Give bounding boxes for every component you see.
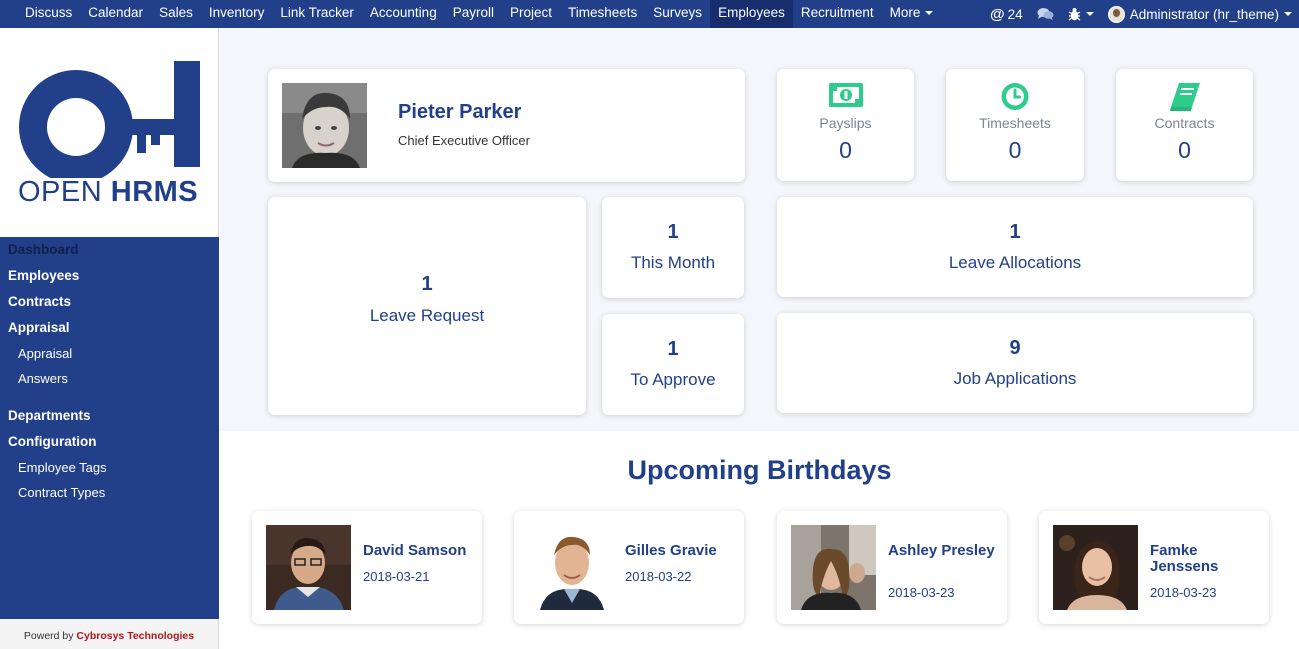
upcoming-birthdays-section: Upcoming Birthdays David Samson 2018-03-… [220, 431, 1299, 649]
mentions-button[interactable]: @ 24 [990, 6, 1023, 23]
menu-inventory[interactable]: Inventory [201, 0, 273, 28]
birthday-date: 2018-03-23 [888, 585, 955, 600]
birthday-card[interactable]: Ashley Presley 2018-03-23 [777, 511, 1007, 624]
menu-discuss[interactable]: Discuss [17, 0, 80, 28]
this-month-count: 1 [667, 221, 679, 243]
messages-button[interactable] [1037, 7, 1054, 21]
employee-name: Pieter Parker [398, 101, 522, 123]
birthday-date: 2018-03-23 [1150, 585, 1217, 600]
contracts-card[interactable]: Contracts 0 [1116, 69, 1253, 181]
menu-accounting[interactable]: Accounting [362, 0, 445, 28]
leave-request-label: Leave Request [369, 306, 485, 325]
menu-employees[interactable]: Employees [710, 0, 793, 28]
contracts-label: Contracts [1154, 115, 1215, 131]
menu-calendar[interactable]: Calendar [80, 0, 151, 28]
money-icon [828, 83, 863, 107]
menu-project[interactable]: Project [502, 0, 560, 28]
birthday-photo [266, 525, 351, 610]
sidebar-subitem-appraisal[interactable]: Appraisal [0, 341, 219, 366]
menu-more-label: More [889, 5, 921, 20]
leave-allocations-label: Leave Allocations [948, 253, 1082, 272]
user-name: Administrator (hr_theme) [1129, 6, 1279, 22]
powered-by-brand[interactable]: Cybrosys Technologies [76, 630, 194, 642]
sidebar-item-configuration[interactable]: Configuration [0, 429, 219, 455]
leave-allocations-count: 1 [1009, 221, 1021, 243]
leave-allocations-card[interactable]: 1 Leave Allocations [777, 197, 1253, 297]
birthday-photo [528, 525, 613, 610]
dashboard-top: Pieter Parker Chief Executive Officer Pa… [220, 28, 1299, 431]
timesheets-count: 0 [1008, 137, 1022, 163]
birthday-photo [791, 525, 876, 610]
powered-by-prefix: Powerd by [23, 630, 77, 642]
birthday-card[interactable]: David Samson 2018-03-21 [252, 511, 482, 624]
birthdays-title: Upcoming Birthdays [627, 455, 892, 485]
open-hrms-logo-mark [19, 61, 200, 178]
birthday-name: Gilles Gravie [625, 542, 717, 559]
sidebar-item-dashboard[interactable]: Dashboard [0, 237, 219, 263]
mentions-count: 24 [1007, 6, 1023, 22]
sidebar: OPEN HRMS Dashboard Employees Contracts … [0, 28, 219, 649]
debug-menu[interactable] [1068, 7, 1094, 21]
menu-more[interactable]: More [882, 0, 942, 28]
menu-link-tracker[interactable]: Link Tracker [272, 0, 362, 28]
timesheets-card[interactable]: Timesheets 0 [946, 69, 1084, 181]
payslips-card[interactable]: Payslips 0 [777, 69, 914, 181]
powered-by: Powerd by Cybrosys Technologies [0, 619, 219, 649]
employee-photo [282, 83, 367, 168]
this-month-label: This Month [630, 253, 716, 272]
sidebar-subitem-contract-types[interactable]: Contract Types [0, 480, 219, 505]
sidebar-nav: Dashboard Employees Contracts Appraisal … [0, 237, 219, 505]
chevron-down-icon [925, 11, 934, 16]
sidebar-item-employees[interactable]: Employees [0, 263, 219, 289]
leave-request-count: 1 [421, 273, 433, 295]
birthday-name: Ashley Presley [888, 542, 995, 559]
logo-area: OPEN HRMS [0, 28, 219, 237]
menu-sales[interactable]: Sales [151, 0, 201, 28]
chat-bubbles-icon [1037, 8, 1054, 20]
sidebar-item-contracts[interactable]: Contracts [0, 289, 219, 315]
user-menu[interactable]: Administrator (hr_theme) [1107, 5, 1292, 23]
to-approve-card[interactable]: 1 To Approve [602, 314, 744, 415]
bug-icon [1068, 8, 1081, 21]
open-hrms-wordmark: OPEN HRMS [18, 176, 199, 208]
sidebar-item-departments[interactable]: Departments [0, 403, 219, 429]
chevron-down-icon [1284, 12, 1292, 16]
chevron-down-icon [1085, 12, 1094, 16]
menu-recruitment[interactable]: Recruitment [793, 0, 882, 28]
to-approve-count: 1 [667, 338, 679, 360]
contracts-count: 0 [1178, 137, 1191, 163]
at-icon: @ [990, 5, 1005, 23]
user-avatar [1107, 5, 1125, 23]
payslips-label: Payslips [819, 115, 872, 131]
menu-timesheets[interactable]: Timesheets [560, 0, 645, 28]
this-month-card[interactable]: 1 This Month [602, 197, 744, 298]
timesheets-label: Timesheets [979, 115, 1051, 131]
book-icon [1169, 83, 1200, 111]
top-navbar: Discuss Calendar Sales Inventory Link Tr… [0, 0, 1299, 28]
to-approve-label: To Approve [630, 370, 716, 389]
leave-request-card[interactable]: 1 Leave Request [268, 197, 586, 415]
sidebar-subitem-employee-tags[interactable]: Employee Tags [0, 455, 219, 480]
birthday-name: David Samson [363, 542, 467, 559]
systray: @ 24 Administrator (hr_theme) [976, 0, 1292, 28]
birthday-date: 2018-03-22 [625, 569, 692, 584]
birthday-card[interactable]: Famke Jenssens 2018-03-23 [1039, 511, 1269, 624]
app-menu: Discuss Calendar Sales Inventory Link Tr… [17, 0, 941, 28]
payslips-count: 0 [839, 137, 852, 163]
sidebar-item-appraisal[interactable]: Appraisal [0, 315, 219, 341]
employee-job-title: Chief Executive Officer [398, 133, 530, 148]
birthday-photo [1053, 525, 1138, 610]
birthday-card[interactable]: Gilles Gravie 2018-03-22 [514, 511, 744, 624]
sidebar-subitem-answers[interactable]: Answers [0, 366, 219, 391]
menu-surveys[interactable]: Surveys [645, 0, 710, 28]
job-applications-card[interactable]: 9 Job Applications [777, 313, 1253, 413]
job-applications-label: Job Applications [953, 369, 1077, 388]
menu-payroll[interactable]: Payroll [445, 0, 502, 28]
birthday-date: 2018-03-21 [363, 569, 430, 584]
birthday-name: Famke Jenssens [1150, 542, 1219, 575]
job-applications-count: 9 [1009, 337, 1021, 359]
employee-profile-card[interactable]: Pieter Parker Chief Executive Officer [268, 69, 745, 182]
clock-icon [1001, 83, 1029, 110]
